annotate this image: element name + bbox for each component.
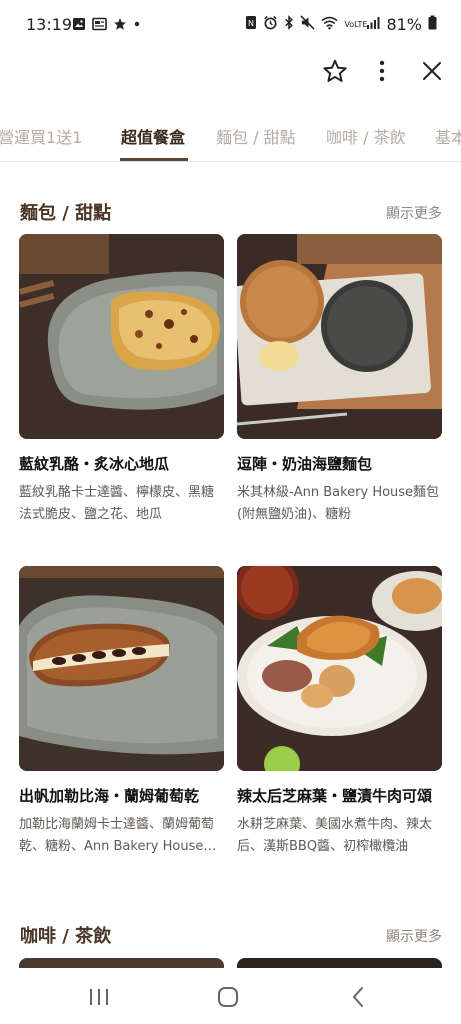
recent-apps-icon[interactable] [84, 982, 114, 1012]
back-icon[interactable] [343, 982, 373, 1012]
tab-promo[interactable]: 武營運買1送1 [0, 124, 82, 148]
product-description: 水耕芝麻葉、美國水煮牛肉、辣太后、漢斯BBQ醬、初榨橄欖油 [237, 817, 433, 854]
volte-icon: VoLTE [344, 20, 367, 29]
product-title: 逗陣・奶油海鹽麵包 [237, 455, 373, 473]
system-nav-bar [0, 968, 461, 1024]
nfc-icon: N [245, 15, 257, 34]
battery-icon [428, 15, 437, 34]
status-notification-icons [72, 17, 141, 36]
product-description: 加勒比海蘭姆卡士達醬、蘭姆葡萄乾、糖粉、Ann Bakery House麵包 [19, 817, 217, 854]
status-system-icons: N VoLTE 81% [245, 15, 437, 34]
section-title: 麵包 / 甜點 [20, 203, 112, 224]
active-tab-indicator [120, 158, 188, 161]
news-icon [92, 17, 107, 36]
product-image [19, 566, 224, 771]
show-more-link[interactable]: 顯示更多 [386, 203, 442, 223]
action-bar [0, 50, 461, 94]
section-header-coffee: 咖啡 / 茶飲 顯示更多 [20, 922, 442, 952]
product-image [237, 234, 442, 439]
product-card[interactable]: 辣太后芝麻葉・鹽漬牛肉可頌 水耕芝麻葉、美國水煮牛肉、辣太后、漢斯BBQ醬、初榨… [237, 566, 442, 858]
svg-text:N: N [248, 19, 254, 28]
more-vert-icon[interactable] [367, 56, 397, 86]
star-icon [113, 17, 127, 36]
show-more-link[interactable]: 顯示更多 [386, 926, 442, 946]
dot-icon [133, 17, 141, 36]
mute-icon [300, 15, 316, 34]
product-title: 出帆加勒比海・蘭姆葡萄乾 [19, 787, 200, 805]
bluetooth-icon [284, 15, 294, 34]
image-icon [72, 17, 86, 36]
battery-level: 81% [386, 15, 422, 34]
tab-value-meals[interactable]: 超值餐盒 [121, 124, 185, 148]
signal-icon [366, 16, 380, 34]
product-description: 藍紋乳酪卡士達醬、檸檬皮、黑糖法式脆皮、鹽之花、地瓜 [19, 485, 215, 522]
section-header-bread: 麵包 / 甜點 顯示更多 [20, 199, 442, 229]
alarm-icon [263, 15, 278, 34]
product-card[interactable]: 藍紋乳酪・炙冰心地瓜 藍紋乳酪卡士達醬、檸檬皮、黑糖法式脆皮、鹽之花、地瓜 [19, 234, 224, 526]
product-image [237, 566, 442, 771]
home-icon[interactable] [213, 982, 243, 1012]
product-card[interactable]: 逗陣・奶油海鹽麵包 米其林級-Ann Bakery House麵包(附無鹽奶油)… [237, 234, 442, 526]
volte-label: VoLTE [344, 19, 368, 29]
product-title: 藍紋乳酪・炙冰心地瓜 [19, 455, 170, 473]
tab-basic[interactable]: 基本 [435, 124, 461, 148]
product-image [19, 234, 224, 439]
category-tabs: 武營運買1送1 超值餐盒 麵包 / 甜點 咖啡 / 茶飲 基本 [0, 112, 461, 162]
status-bar: 13:19 N VoLTE 81% [0, 0, 461, 50]
status-time: 13:19 [26, 15, 73, 34]
wifi-icon [321, 16, 338, 34]
product-card[interactable]: 出帆加勒比海・蘭姆葡萄乾 加勒比海蘭姆卡士達醬、蘭姆葡萄乾、糖粉、Ann Bak… [19, 566, 224, 858]
product-title: 辣太后芝麻葉・鹽漬牛肉可頌 [237, 787, 433, 805]
tab-coffee-tea[interactable]: 咖啡 / 茶飲 [326, 124, 406, 148]
close-icon[interactable] [417, 56, 447, 86]
star-outline-icon[interactable] [320, 56, 350, 86]
section-title: 咖啡 / 茶飲 [20, 926, 112, 947]
tab-bread-dessert[interactable]: 麵包 / 甜點 [216, 124, 296, 148]
product-description: 米其林級-Ann Bakery House麵包(附無鹽奶油)、糖粉 [237, 485, 440, 522]
